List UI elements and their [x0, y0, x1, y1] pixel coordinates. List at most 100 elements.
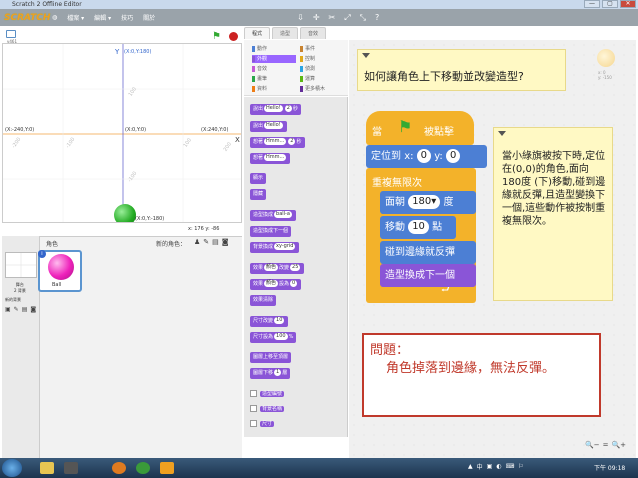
palette-show[interactable]: 顯示	[250, 173, 267, 184]
tab-sounds[interactable]: 音效	[300, 27, 327, 39]
category-more-blocks[interactable]: 更多積木	[300, 85, 344, 93]
zoom-in-icon[interactable]: 🔍+	[611, 441, 626, 449]
palette-go-back-layers[interactable]: 圖層下移 1 層	[250, 368, 291, 379]
cross-icon[interactable]: ✛	[313, 13, 320, 23]
category-looks[interactable]: 外觀	[252, 55, 296, 63]
category-pen[interactable]: 畫筆	[252, 75, 296, 83]
zoom-out-icon[interactable]: 🔍−	[585, 441, 600, 449]
ime-chinese-indicator[interactable]: 中	[477, 462, 483, 471]
camera-backdrop-icon[interactable]: ◙	[30, 306, 36, 313]
next-costume-block[interactable]: 造型換成下一個	[380, 264, 476, 287]
chrome-icon[interactable]	[136, 462, 150, 474]
point-direction-block[interactable]: 面朝 180▾ 度	[380, 191, 476, 214]
category-sound[interactable]: 音效	[252, 65, 296, 73]
category-sensing[interactable]: 偵測	[300, 65, 344, 73]
palette-clear-effects[interactable]: 效果清除	[250, 295, 277, 306]
duplicate-icon[interactable]: ⇩	[297, 13, 304, 23]
ime-mode-icon[interactable]: ▣	[487, 463, 493, 470]
right-coord-label: (X:240,Y:0)	[201, 127, 229, 133]
palette-costume-number[interactable]: 造型編號	[250, 390, 285, 397]
camera-sprite-icon[interactable]: ◙	[222, 238, 229, 246]
upload-backdrop-icon[interactable]: ▤	[22, 306, 28, 313]
question-note[interactable]: 如何讓角色上下移動並改變造型?	[357, 49, 566, 91]
palette-say-for-secs[interactable]: 說出 Hello! 2 秒	[250, 104, 301, 115]
fullscreen-icon[interactable]	[6, 30, 16, 38]
xy-grid-backdrop	[3, 44, 241, 222]
palette-switch-backdrop[interactable]: 背景換成 xy-grid	[250, 242, 300, 253]
taskbar	[0, 458, 638, 478]
palette-backdrop-name[interactable]: 背景名稱	[250, 405, 285, 412]
menu-edit[interactable]: 編輯 ▾	[94, 13, 111, 22]
category-operators[interactable]: 運算	[300, 75, 344, 83]
category-data[interactable]: 資料	[252, 85, 296, 93]
explorer-icon[interactable]	[40, 462, 54, 474]
keyboard-icon[interactable]: ⌨	[506, 463, 515, 470]
when-flag-clicked-block[interactable]: 當 ⚑ 被點擊	[366, 111, 474, 145]
firefox-icon[interactable]	[112, 462, 126, 474]
window-titlebar: Scratch 2 Offline Editor	[0, 0, 638, 9]
move-steps-block[interactable]: 移動 10 點	[380, 216, 456, 239]
x-axis-label: X	[235, 136, 240, 144]
maximize-button[interactable]: ▢	[602, 0, 618, 8]
menu-globe-icon[interactable]: ◍	[52, 14, 57, 21]
stop-icon[interactable]	[229, 32, 238, 41]
grid-thumb	[6, 253, 36, 277]
shrink-icon[interactable]: ⤡	[360, 13, 366, 23]
tab-costumes[interactable]: 造型	[272, 27, 299, 39]
zoom-reset-icon[interactable]: =	[603, 441, 609, 449]
category-motion[interactable]: 動作	[252, 45, 296, 53]
collapse-triangle-icon[interactable]	[362, 53, 370, 58]
palette-go-to-front[interactable]: 圖層上移至頂層	[250, 352, 292, 363]
paint-backdrop-icon[interactable]: ✎	[14, 306, 19, 313]
go-to-xy-block[interactable]: 定位到 x: 0 y: 0	[366, 145, 487, 168]
palette-think-for-secs[interactable]: 想著 Hmm... 2 秒	[250, 137, 305, 148]
system-tray: ▲ 中 ▣ ◐ ⌨ ⚐	[468, 462, 524, 471]
palette-size-reporter[interactable]: 尺寸	[250, 420, 275, 427]
upload-sprite-icon[interactable]: ▤	[212, 238, 219, 246]
green-flag-icon[interactable]: ⚑	[212, 31, 221, 42]
stage-canvas[interactable]: Y (X:0,Y:180) (X:-240,Y:0) (X:0,Y:0) (X:…	[2, 43, 242, 223]
close-button[interactable]: ✕	[620, 0, 636, 8]
palette-set-size[interactable]: 尺寸設為 100%	[250, 332, 297, 343]
bounce-block[interactable]: 碰到邊緣就反彈	[380, 241, 476, 264]
start-button[interactable]	[2, 459, 22, 477]
tool-icons: ⇩ ✛ ✂ ⤢ ⤡ ?	[297, 13, 379, 23]
category-events[interactable]: 事件	[300, 45, 344, 53]
media-icon[interactable]	[64, 462, 78, 474]
left-coord-label: (X:-240,Y:0)	[5, 127, 35, 133]
menu-about[interactable]: 關於	[143, 13, 155, 22]
palette-think[interactable]: 想著 Hmm...	[250, 153, 291, 164]
help-icon[interactable]: ?	[375, 13, 379, 23]
paint-sprite-icon[interactable]: ✎	[203, 238, 209, 246]
stage-thumbnail[interactable]	[5, 252, 37, 278]
palette-next-costume[interactable]: 造型換成下一個	[250, 226, 292, 237]
palette-set-effect[interactable]: 效果 顏色 設為 0	[250, 279, 302, 290]
palette-change-effect[interactable]: 效果 顏色 改變 25	[250, 263, 305, 274]
cut-icon[interactable]: ✂	[329, 13, 336, 23]
scratch-logo[interactable]: SCRATCH	[4, 13, 50, 23]
ball-sprite[interactable]	[114, 204, 136, 222]
menu-file[interactable]: 檔案 ▾	[67, 13, 84, 22]
collapse-triangle-icon[interactable]	[498, 131, 506, 136]
tab-scripts[interactable]: 程式	[244, 27, 271, 39]
explain-note[interactable]: 當小綠旗被按下時,定位在(0,0)的角色,面向180度 (下)移動,碰到邊緣就反…	[493, 127, 613, 301]
problem-box: 問題： 角色掉落到邊緣，無法反彈。	[362, 333, 601, 417]
info-icon[interactable]: i	[38, 250, 46, 258]
backdrop-library-icon[interactable]: ▣	[5, 306, 11, 313]
ime-halfwidth-icon[interactable]: ◐	[496, 463, 501, 470]
tray-expand-icon[interactable]: ▲	[468, 463, 473, 470]
minimize-button[interactable]: —	[584, 0, 600, 8]
taskbar-clock[interactable]: 下午 09:18	[594, 463, 625, 472]
scratch-icon[interactable]	[160, 462, 174, 474]
palette-hide[interactable]: 隱藏	[250, 189, 267, 200]
flag-icon[interactable]: ⚐	[518, 463, 523, 470]
sprite-library-icon[interactable]: ♟	[194, 238, 200, 246]
palette-switch-costume[interactable]: 造型換成 ball-a	[250, 210, 296, 221]
palette-say[interactable]: 說出 Hello!	[250, 121, 287, 132]
menu-tips[interactable]: 技巧	[121, 13, 133, 22]
category-control[interactable]: 控制	[300, 55, 344, 63]
grow-icon[interactable]: ⤢	[344, 13, 350, 23]
problem-body: 角色掉落到邊緣，無法反彈。	[386, 361, 556, 376]
palette-change-size[interactable]: 尺寸改變 10	[250, 316, 289, 327]
problem-title: 問題：	[370, 343, 410, 358]
